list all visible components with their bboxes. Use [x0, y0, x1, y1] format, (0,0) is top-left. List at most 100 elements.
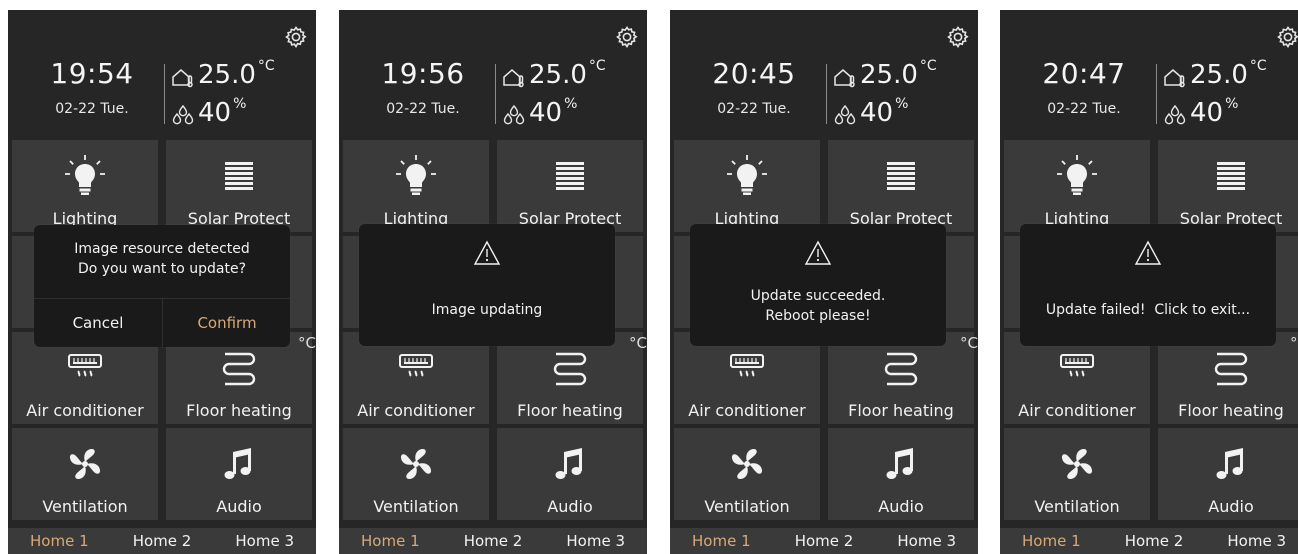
- update-failed-dialog[interactable]: Update failed! Click to exit...: [1020, 224, 1276, 346]
- humidity-unit: %: [1225, 96, 1239, 112]
- nav-home-1[interactable]: Home 1: [1000, 528, 1103, 554]
- water-drops-icon: [1162, 102, 1188, 128]
- clock: 19:54 02-22 Tue.: [28, 58, 156, 118]
- home-nav: Home 1 Home 2 Home 3: [670, 528, 978, 554]
- tile-label: Ventilation: [373, 497, 459, 516]
- update-progress-dialog: Image updating: [359, 224, 615, 346]
- humidity-value: 40: [1190, 98, 1224, 128]
- blinds-icon: [1158, 152, 1298, 200]
- nav-home-3[interactable]: Home 3: [213, 528, 316, 554]
- home-nav: Home 1 Home 2 Home 3: [339, 528, 647, 554]
- blinds-icon: [828, 152, 974, 200]
- tile-label: Ventilation: [42, 497, 128, 516]
- tile-ventilation[interactable]: Ventilation: [1004, 428, 1150, 520]
- date: 02-22 Tue.: [717, 101, 791, 117]
- nav-home-3[interactable]: Home 3: [1205, 528, 1298, 554]
- fan-icon: [12, 440, 158, 488]
- nav-home-2[interactable]: Home 2: [111, 528, 214, 554]
- tile-label: Floor heating: [186, 401, 292, 420]
- tile-audio[interactable]: Audio: [1158, 428, 1298, 520]
- tile-label: Air conditioner: [1018, 401, 1136, 420]
- temperature-unit: °C: [257, 58, 275, 74]
- nav-home-3[interactable]: Home 3: [544, 528, 647, 554]
- date: 02-22 Tue.: [1047, 101, 1121, 117]
- temperature-unit-partial: °C: [1290, 334, 1298, 352]
- time: 19:56: [381, 57, 465, 90]
- gear-icon[interactable]: [284, 25, 308, 49]
- divider: [164, 64, 165, 124]
- house-thermometer-icon: [1162, 64, 1188, 90]
- tile-solar-protect[interactable]: Solar Protect: [166, 140, 312, 232]
- clock: 20:45 02-22 Tue.: [690, 58, 818, 118]
- climate-readout: 25.0 °C 40 %: [1162, 58, 1298, 130]
- divider: [826, 64, 827, 124]
- update-confirm-dialog: Image resource detected Do you want to u…: [34, 225, 290, 347]
- tile-label: Floor heating: [848, 401, 954, 420]
- divider: [495, 64, 496, 124]
- dialog-line-1: Image resource detected: [74, 241, 250, 257]
- date: 02-22 Tue.: [55, 101, 129, 117]
- tile-audio[interactable]: Audio: [497, 428, 643, 520]
- water-drops-icon: [501, 102, 527, 128]
- temperature-unit-partial: °C: [629, 334, 647, 352]
- fan-icon: [674, 440, 820, 488]
- climate-readout: 25.0 °C 40 %: [501, 58, 647, 130]
- nav-home-1[interactable]: Home 1: [670, 528, 773, 554]
- tile-solar-protect[interactable]: Solar Protect: [828, 140, 974, 232]
- fan-icon: [1004, 440, 1150, 488]
- tile-lighting[interactable]: Lighting: [674, 140, 820, 232]
- tile-label: Ventilation: [704, 497, 790, 516]
- nav-home-2[interactable]: Home 2: [442, 528, 545, 554]
- climate-readout: 25.0 °C 40 %: [170, 58, 316, 130]
- lightbulb-icon: [12, 152, 158, 200]
- air-conditioner-icon: [12, 344, 158, 392]
- tile-label: Air conditioner: [26, 401, 144, 420]
- gear-icon[interactable]: [1276, 25, 1298, 49]
- tile-lighting[interactable]: Lighting: [1004, 140, 1150, 232]
- tile-ventilation[interactable]: Ventilation: [12, 428, 158, 520]
- humidity-unit: %: [564, 96, 578, 112]
- dialog-line-1: Update succeeded.: [750, 288, 886, 304]
- tile-solar-protect[interactable]: Solar Protect: [497, 140, 643, 232]
- divider: [1156, 64, 1157, 124]
- music-note-icon: [1158, 440, 1298, 488]
- dialog-message: Image resource detected Do you want to u…: [34, 239, 290, 279]
- panel-2: 19:56 02-22 Tue. 25.0 °C 40 % Lighting S…: [339, 10, 647, 554]
- dialog-line-2: Do you want to update?: [77, 261, 247, 277]
- blinds-icon: [497, 152, 643, 200]
- water-drops-icon: [170, 102, 196, 128]
- music-note-icon: [166, 440, 312, 488]
- gear-icon[interactable]: [946, 25, 970, 49]
- tile-audio[interactable]: Audio: [166, 428, 312, 520]
- nav-home-1[interactable]: Home 1: [8, 528, 111, 554]
- confirm-button[interactable]: Confirm: [163, 299, 291, 347]
- warning-triangle-icon: [690, 240, 946, 270]
- gear-icon[interactable]: [615, 25, 639, 49]
- blinds-icon: [166, 152, 312, 200]
- tile-label: Air conditioner: [688, 401, 806, 420]
- house-thermometer-icon: [170, 64, 196, 90]
- temperature-value: 25.0: [860, 60, 918, 90]
- nav-home-3[interactable]: Home 3: [875, 528, 978, 554]
- tile-audio[interactable]: Audio: [828, 428, 974, 520]
- nav-home-1[interactable]: Home 1: [339, 528, 442, 554]
- tile-solar-protect[interactable]: Solar Protect: [1158, 140, 1298, 232]
- music-note-icon: [497, 440, 643, 488]
- air-conditioner-icon: [674, 344, 820, 392]
- fan-icon: [343, 440, 489, 488]
- floor-heating-icon: [828, 344, 974, 392]
- nav-home-2[interactable]: Home 2: [1103, 528, 1206, 554]
- lightbulb-icon: [343, 152, 489, 200]
- time: 20:47: [1042, 57, 1126, 90]
- tile-ventilation[interactable]: Ventilation: [674, 428, 820, 520]
- tile-lighting[interactable]: Lighting: [343, 140, 489, 232]
- cancel-button[interactable]: Cancel: [34, 299, 162, 347]
- tile-lighting[interactable]: Lighting: [12, 140, 158, 232]
- tile-label: Floor heating: [1178, 401, 1284, 420]
- humidity-unit: %: [895, 96, 909, 112]
- nav-home-2[interactable]: Home 2: [773, 528, 876, 554]
- tile-ventilation[interactable]: Ventilation: [343, 428, 489, 520]
- house-thermometer-icon: [501, 64, 527, 90]
- date: 02-22 Tue.: [386, 101, 460, 117]
- air-conditioner-icon: [1004, 344, 1150, 392]
